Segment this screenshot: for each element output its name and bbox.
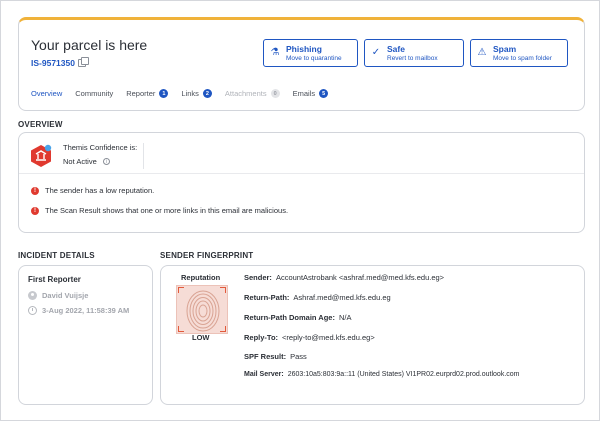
return-path-row: Return-Path: Ashraf.med@med.kfs.edu.eg <box>244 293 391 302</box>
alert-text: The Scan Result shows that one or more l… <box>45 206 289 215</box>
spam-button-label: Spam <box>493 44 517 54</box>
scan-corner <box>178 326 184 332</box>
safe-button-sub: Revert to mailbox <box>387 55 438 62</box>
spf-result-row: SPF Result: Pass <box>244 352 307 361</box>
tab-emails[interactable]: Emails 5 <box>293 89 329 98</box>
tab-links[interactable]: Links 2 <box>181 89 212 98</box>
phishing-button[interactable]: ⚗ Phishing Move to quarantine <box>263 39 358 67</box>
scan-corner <box>178 287 184 293</box>
count-badge: 1 <box>159 89 169 98</box>
field-label: SPF Result: <box>244 352 287 361</box>
scan-corner <box>220 326 226 332</box>
person-icon <box>28 291 37 300</box>
alert-item: ! The sender has a low reputation. <box>31 186 154 195</box>
alert-item: ! The Scan Result shows that one or more… <box>31 206 288 215</box>
alert-icon: ! <box>31 206 39 215</box>
email-header-card: Your parcel is here IS-9571350 ⚗ Phishin… <box>18 17 585 111</box>
mail-server-row: Mail Server: 2603:10a5:803:9a::11 (United… <box>244 371 520 378</box>
tab-attachments: Attachments 0 <box>225 89 280 98</box>
field-value: Ashraf.med@med.kfs.edu.eg <box>293 293 391 302</box>
overview-card: Themis Confidence is: Not Active i ! The… <box>18 132 585 233</box>
count-badge: 2 <box>202 89 212 98</box>
themis-confidence-label: Themis Confidence is: <box>63 143 138 152</box>
spam-button-sub: Move to spam folder <box>493 55 552 62</box>
reported-at-row: 3-Aug 2022, 11:58:39 AM <box>28 306 129 315</box>
copy-icon[interactable] <box>77 57 89 67</box>
field-label: Return-Path: <box>244 293 290 302</box>
themis-status: Not Active i <box>63 157 110 166</box>
check-icon: ✓ <box>371 47 381 58</box>
fingerprint-image <box>176 285 228 334</box>
field-label: Sender: <box>244 273 272 282</box>
tab-bar: Overview Community Reporter 1 Links 2 At… <box>31 89 329 98</box>
reported-at: 3-Aug 2022, 11:58:39 AM <box>42 306 130 315</box>
case-id-text[interactable]: IS-9571350 <box>31 58 75 68</box>
phishing-button-label: Phishing <box>286 44 322 54</box>
domain-age-row: Return-Path Domain Age: N/A <box>244 313 352 322</box>
divider <box>143 143 144 169</box>
tab-label: Attachments <box>224 89 267 98</box>
field-label: Return-Path Domain Age: <box>244 313 335 322</box>
tab-label: Community <box>75 89 114 98</box>
field-label: Mail Server: <box>244 371 284 378</box>
phishing-hook-icon: ⚗ <box>270 47 280 58</box>
count-badge: 5 <box>319 89 329 98</box>
divider <box>19 173 584 174</box>
reply-to-row: Reply-To: <reply-to@med.kfs.edu.eg> <box>244 333 375 342</box>
overview-heading: OVERVIEW <box>18 120 63 129</box>
count-badge: 0 <box>270 89 280 98</box>
themis-shield-icon <box>31 144 52 167</box>
incident-heading: INCIDENT DETAILS <box>18 251 95 260</box>
tab-label: Links <box>181 89 199 98</box>
sender-row: Sender: AccountAstrobank <ashraf.med@med.… <box>244 273 444 282</box>
first-reporter-title: First Reporter <box>28 275 81 284</box>
safe-button-label: Safe <box>387 44 405 54</box>
safe-button[interactable]: ✓ Safe Revert to mailbox <box>364 39 464 67</box>
field-value: N/A <box>338 313 352 322</box>
sender-fingerprint-heading: SENDER FINGERPRINT <box>160 251 254 260</box>
info-icon[interactable]: i <box>102 158 110 165</box>
themis-status-text: Not Active <box>63 157 97 166</box>
tab-label: Overview <box>31 89 63 98</box>
clock-icon <box>28 306 37 315</box>
spam-button[interactable]: ⚠ Spam Move to spam folder <box>470 39 568 67</box>
field-value: Pass <box>290 352 307 361</box>
app-frame: Your parcel is here IS-9571350 ⚗ Phishin… <box>0 0 600 421</box>
incident-card: First Reporter David Vuijsje 3-Aug 2022,… <box>18 265 153 405</box>
tab-overview[interactable]: Overview <box>31 89 62 98</box>
reporter-row: David Vuijsje <box>28 291 88 300</box>
tab-community[interactable]: Community <box>75 89 113 98</box>
scan-corner <box>220 287 226 293</box>
field-value: 2603:10a5:803:9a::11 (United States) VI1… <box>287 371 520 378</box>
reputation-label: Reputation <box>181 273 221 282</box>
field-value: AccountAstrobank <ashraf.med@med.kfs.edu… <box>275 273 445 282</box>
tab-reporter[interactable]: Reporter 1 <box>126 89 169 98</box>
tab-label: Emails <box>292 89 316 98</box>
email-subject: Your parcel is here <box>31 37 148 53</box>
reputation-value: LOW <box>192 333 210 342</box>
phishing-button-sub: Move to quarantine <box>286 55 342 62</box>
reporter-name: David Vuijsje <box>42 291 89 300</box>
field-label: Reply-To: <box>244 333 279 342</box>
warning-icon: ⚠ <box>477 47 487 58</box>
field-value: <reply-to@med.kfs.edu.eg> <box>282 333 375 342</box>
tab-label: Reporter <box>126 89 156 98</box>
alert-text: The sender has a low reputation. <box>45 186 155 195</box>
sender-fingerprint-card: Reputation LOW Sender: AccountAstrobank <… <box>160 265 585 405</box>
case-id[interactable]: IS-9571350 <box>31 57 89 68</box>
alert-icon: ! <box>31 186 39 195</box>
